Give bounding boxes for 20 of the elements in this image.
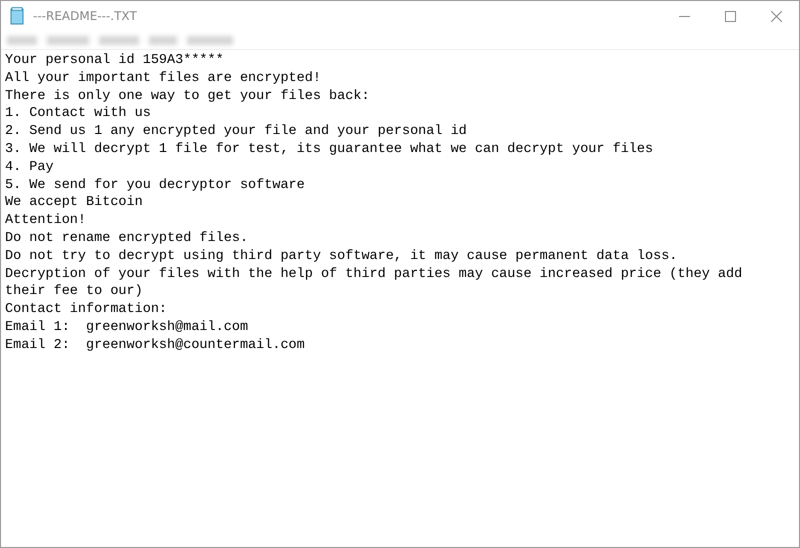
text-line: There is only one way to get your files back: bbox=[5, 88, 371, 106]
text-line: 2. Send us 1 any encrypted your file and your personal id bbox=[5, 123, 468, 141]
text-line: 5. We send for you decryptor software bbox=[5, 176, 306, 194]
text-line: Do not try to decrypt using third party software, it may cause permanent data loss. bbox=[5, 248, 678, 266]
text-line: All your important files are encrypted! bbox=[5, 70, 322, 88]
notepad-icon bbox=[9, 7, 25, 25]
text-line: 4. Pay bbox=[5, 158, 55, 177]
close-icon[interactable] bbox=[770, 10, 782, 22]
maximize-icon[interactable] bbox=[724, 10, 736, 22]
text-line: Email 2: greenworksh@countermail.com bbox=[5, 336, 306, 355]
text-line: 3. We will decrypt 1 file for test, its guarantee what we can decrypt your files bbox=[5, 140, 654, 159]
text-line: Email 1: greenworksh@mail.com bbox=[5, 318, 250, 337]
window-title: ---README---.TXT bbox=[33, 9, 138, 23]
text-line: 1. Contact with us bbox=[5, 105, 152, 124]
text-line: Contact information: bbox=[5, 301, 168, 319]
text-line: Decryption of your files with the help of third parties may cause increased price (they add their fee to our) bbox=[5, 266, 744, 302]
text-line: Do not rename encrypted files. bbox=[5, 230, 250, 248]
text-line: Attention! bbox=[5, 212, 88, 230]
text-line: Your personal id 159A3***** bbox=[5, 52, 225, 70]
text-line: We accept Bitcoin bbox=[5, 194, 144, 212]
